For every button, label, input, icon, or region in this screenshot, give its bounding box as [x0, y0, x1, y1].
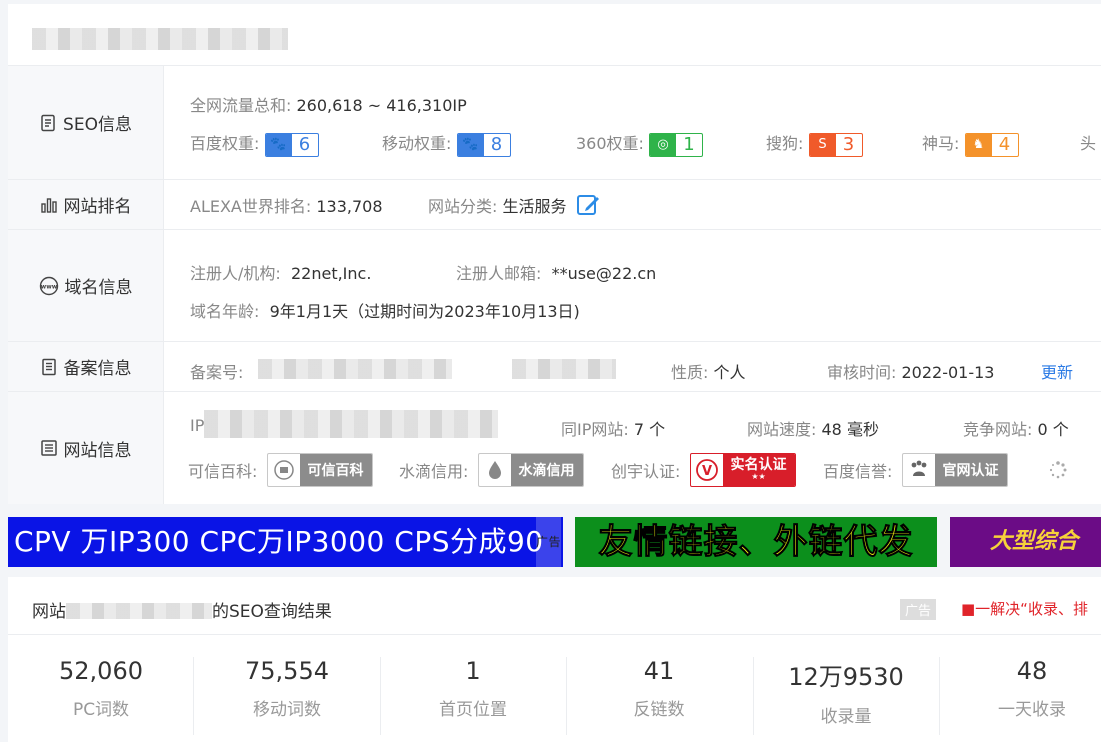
ip-key: IP — [190, 416, 205, 435]
promo-link[interactable]: ■一解决“收录、排 — [961, 598, 1088, 619]
ad-banner-portal[interactable]: 大型综合 — [950, 517, 1101, 567]
loading-spinner-icon — [1048, 460, 1068, 484]
same-ip-sites[interactable]: 同IP网站: 7 个 — [561, 416, 665, 440]
stat-label: 反链数 — [633, 700, 685, 720]
seo-results-card: 网站 的SEO查询结果 广告 ■一解决“收录、排 52,060 PC词数 75,5… — [8, 577, 1101, 742]
rank-label: 网站排名 — [8, 180, 164, 229]
rank-row: 网站排名 ALEXA世界排名: 133,708 网站分类: 生活服务 — [8, 180, 1101, 230]
shuidi-badge[interactable]: 水滴信用 — [477, 453, 584, 487]
trust-badge[interactable]: 可信百科 — [266, 453, 373, 487]
bar-chart-icon — [40, 197, 57, 213]
redacted-ip — [204, 410, 498, 438]
stat-pc-keywords[interactable]: 52,060 PC词数 — [8, 657, 194, 720]
baidu-du-icon — [903, 454, 935, 486]
baidu-mobile-paw-icon: 🐾 — [457, 133, 484, 156]
stat-value: 48 — [1016, 657, 1048, 685]
stat-value: 1 — [465, 657, 481, 685]
chuangyu-badge[interactable]: V 实名认证 ★★ — [689, 453, 796, 487]
svg-text:www: www — [40, 283, 57, 290]
domain-age: 域名年龄: 9年1月1天（过期时间为2023年10月13日) — [190, 302, 580, 321]
site-title-bar — [8, 4, 1101, 66]
icp-number-key: 备案号: — [190, 363, 244, 382]
icp-label: 备案信息 — [8, 342, 164, 391]
svg-text:V: V — [701, 464, 711, 479]
sogou-weight[interactable]: 搜狗: S3 — [766, 130, 863, 157]
edit-icon[interactable] — [576, 193, 600, 217]
chuangyu-cert: 创宇认证: V 实名认证 ★★ — [611, 453, 796, 487]
shuidi-credit: 水滴信用: 水滴信用 — [399, 453, 584, 487]
sogou-icon: S — [809, 133, 836, 156]
domain-label: www 域名信息 — [8, 230, 164, 341]
ad-banner-cpv[interactable]: CPV 万IP300 CPC万IP3000 CPS分成90 广告 — [8, 517, 563, 567]
stat-value: 41 — [643, 657, 675, 685]
www-globe-icon: www — [39, 276, 58, 295]
redacted-site-name — [66, 603, 212, 619]
360-icon: ◎ — [650, 133, 677, 156]
shenma-icon: ♞ — [965, 133, 992, 156]
site-row: 网站信息 IP 同IP网站: 7 个 网站速度: 48 毫秒 竞争网站: 0 个… — [8, 392, 1101, 504]
stat-label: PC词数 — [72, 700, 130, 720]
registrant: 注册人/机构: 22net,Inc. — [190, 264, 372, 283]
baidu-paw-icon: 🐾 — [265, 133, 292, 156]
mobile-weight[interactable]: 移动权重: 🐾 8 — [382, 130, 511, 157]
trust-encyclopedia: 可信百科: 可信百科 — [188, 453, 373, 487]
stat-label: 移动词数 — [253, 700, 321, 720]
seo-row: SEO信息 全网流量总和: 260,618 ~ 416,310IP 百度权重: … — [8, 66, 1101, 180]
stat-label: 收录量 — [820, 707, 872, 727]
redacted-site-title — [32, 28, 288, 50]
truncated-weight-label: 头 — [1080, 134, 1097, 153]
stat-homepage-position[interactable]: 1 首页位置 — [380, 657, 566, 720]
stat-value: 75,554 — [245, 657, 329, 685]
ad-label: 广告 — [535, 517, 561, 567]
stat-label: 一天收录 — [998, 700, 1066, 720]
document-icon — [41, 114, 55, 131]
stat-daily-indexed[interactable]: 48 一天收录 — [939, 657, 1101, 720]
results-header: 网站 的SEO查询结果 广告 ■一解决“收录、排 — [8, 577, 1101, 635]
icp-audit-time: 审核时间: 2022-01-13 — [827, 363, 995, 382]
baidu-weight[interactable]: 百度权重: 🐾 6 — [190, 130, 319, 157]
competitor-sites[interactable]: 竞争网站: 0 个 — [963, 416, 1069, 440]
icp-row: 备案信息 备案号: 性质: 个人 审核时间: 2022-01-13 更新 — [8, 342, 1101, 392]
shenma-weight[interactable]: 神马: ♞ 4 — [922, 130, 1019, 157]
site-list-icon — [40, 440, 57, 456]
record-book-icon — [41, 358, 56, 375]
site-category: 网站分类: 生活服务 — [428, 193, 600, 217]
ad-banner-links[interactable]: 友情链接、外链代发 — [575, 517, 937, 567]
360-weight[interactable]: 360权重: ◎ 1 — [576, 130, 704, 157]
ad-tag: 广告 — [900, 599, 937, 620]
stat-mobile-keywords[interactable]: 75,554 移动词数 — [194, 657, 380, 720]
redacted-icp-number — [258, 359, 452, 379]
trust-shield-icon — [268, 454, 300, 486]
seo-label: SEO信息 — [8, 66, 164, 179]
stat-value: 12万9530 — [788, 663, 904, 691]
icp-nature: 性质: 个人 — [671, 363, 746, 382]
stat-label: 首页位置 — [439, 700, 507, 720]
redacted-icp-number-2 — [512, 359, 616, 379]
stat-indexed[interactable]: 12万9530 收录量 — [753, 657, 939, 727]
update-link[interactable]: 更新 — [1041, 359, 1073, 383]
alexa-rank: ALEXA世界排名: 133,708 — [190, 197, 383, 216]
baidu-reputation: 百度信誉: 官网认证 — [823, 453, 1008, 487]
site-info-card: SEO信息 全网流量总和: 260,618 ~ 416,310IP 百度权重: … — [8, 4, 1101, 504]
domain-row: www 域名信息 注册人/机构: 22net,Inc. 注册人邮箱: **use… — [8, 230, 1101, 342]
traffic-total: 全网流量总和: 260,618 ~ 416,310IP — [190, 96, 467, 115]
water-drop-icon — [479, 454, 511, 486]
stat-backlinks[interactable]: 41 反链数 — [566, 657, 752, 720]
baidu-badge[interactable]: 官网认证 — [901, 453, 1008, 487]
verified-v-icon: V — [691, 454, 723, 486]
results-title: 网站 的SEO查询结果 — [32, 602, 332, 622]
site-speed: 网站速度: 48 毫秒 — [747, 420, 879, 439]
site-label: 网站信息 — [8, 392, 164, 504]
stat-value: 52,060 — [59, 657, 143, 685]
registrant-email: 注册人邮箱: **use@22.cn — [456, 264, 657, 283]
